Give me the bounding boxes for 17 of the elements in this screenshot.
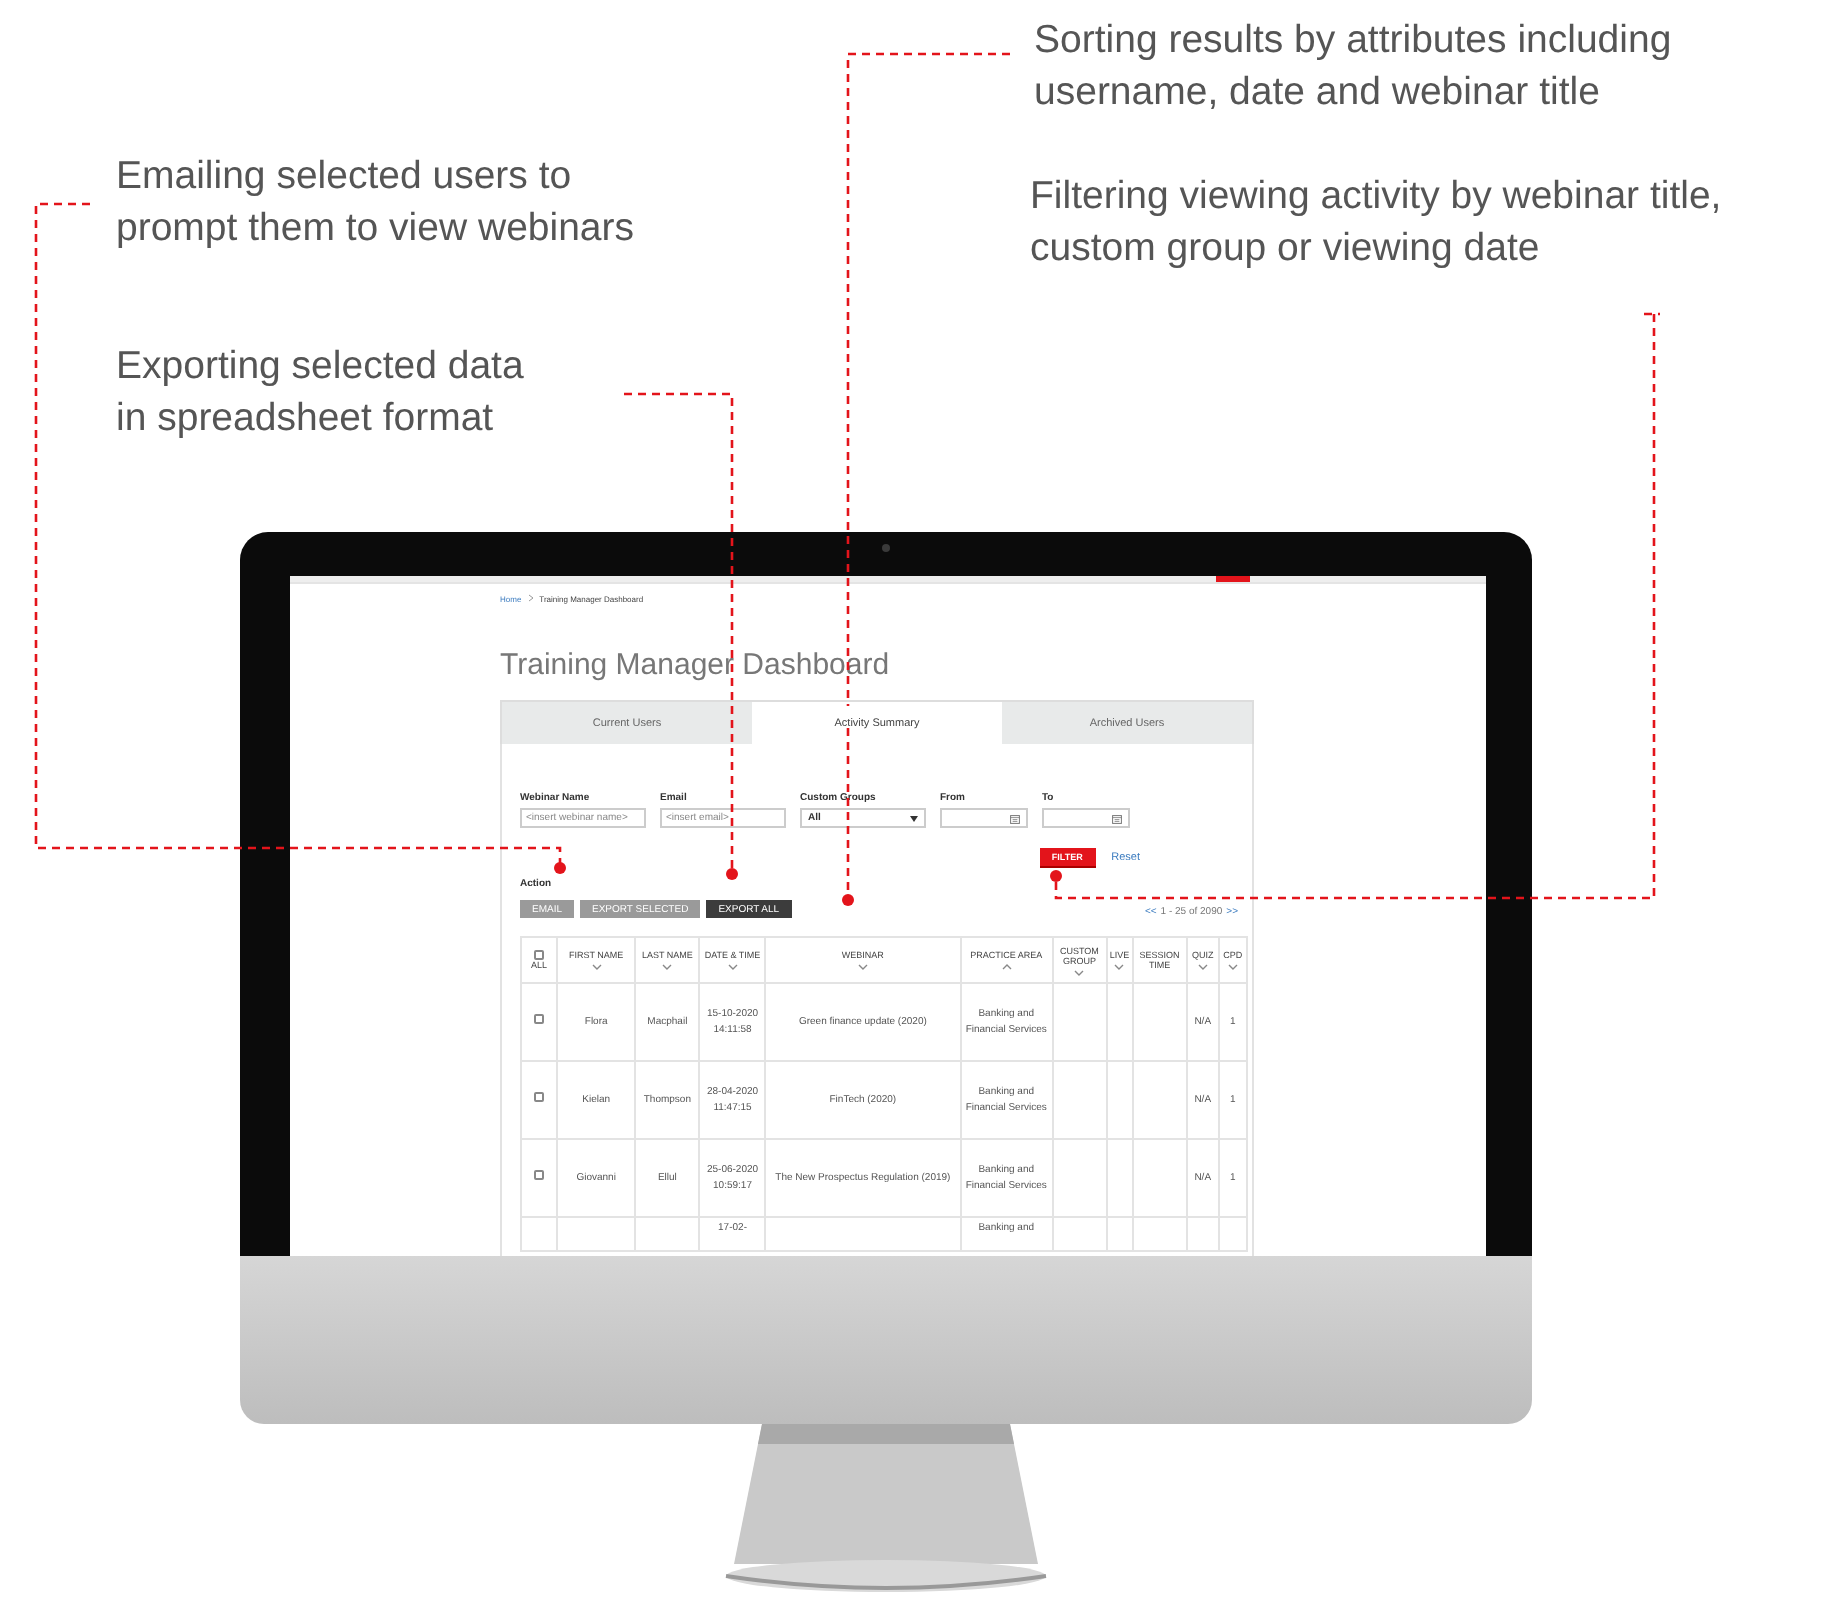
chevron-icon: [527, 594, 534, 602]
checkbox[interactable]: [534, 1014, 545, 1024]
checkbox[interactable]: [534, 1170, 545, 1180]
page-title: Training Manager Dashboard: [500, 648, 892, 682]
annotation-text: Filtering viewing activity by webinar title, custom group or viewing date: [1030, 172, 1722, 274]
caret-icon[interactable]: [910, 815, 918, 821]
checkbox[interactable]: [534, 949, 545, 960]
calendar-icon[interactable]: [1010, 813, 1020, 823]
calendar-icon[interactable]: [1112, 813, 1122, 823]
checkbox[interactable]: [534, 1092, 545, 1102]
annotation-text: Sorting results by attributes including username, date and webinar title: [1034, 16, 1672, 118]
annotation-text: Exporting selected data in spreadsheet format: [116, 342, 524, 444]
date-field[interactable]: [940, 808, 1028, 828]
annotation-text: Emailing selected users to prompt them to view webinars: [116, 152, 635, 254]
header-accent: [1216, 576, 1250, 582]
date-field[interactable]: [1042, 808, 1130, 828]
camera-icon: [882, 544, 890, 552]
